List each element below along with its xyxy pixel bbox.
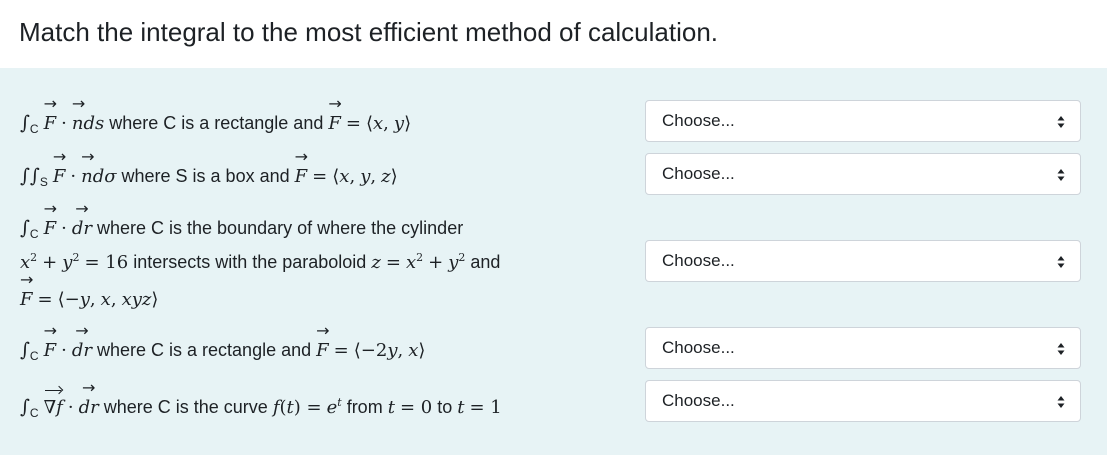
prompt-3-line-2: x2 + y2 = 16 intersects with the parabol… (20, 251, 501, 273)
select-value-3: Choose... (662, 251, 735, 270)
up-down-caret-icon (1057, 256, 1065, 268)
matching-panel: ∫C F · nds where C is a rectangle and F … (0, 68, 1107, 455)
prompt-5-text-2: from (341, 397, 388, 417)
select-value-2: Choose... (662, 164, 735, 183)
prompt-1-text: where C is a rectangle and (104, 113, 329, 133)
question-title: Match the integral to the most efficient… (19, 17, 719, 47)
up-down-caret-icon (1057, 169, 1065, 181)
prompt-5-text-1: where C is the curve (98, 397, 273, 417)
method-select-2[interactable]: Choose... (645, 153, 1081, 195)
up-down-caret-icon (1057, 116, 1065, 128)
select-value-1: Choose... (662, 111, 735, 130)
question-header: Match the integral to the most efficient… (0, 0, 1107, 68)
prompt-4: ∫C F · dr where C is a rectangle and F =… (20, 323, 425, 368)
prompt-5: ∫C ∇f · dr where C is the curve f(t) = e… (20, 380, 502, 425)
prompt-3-line-3: F = ⟨−y, x, xyz⟩ (20, 272, 158, 312)
prompt-5-text-3: to (432, 397, 458, 417)
prompt-3-line-1: ∫C F · dr where C is the boundary of whe… (20, 201, 464, 246)
up-down-caret-icon (1057, 396, 1065, 408)
prompt-2: ∫∫S F · ndσ where S is a box and F = ⟨x,… (20, 149, 398, 194)
prompt-3-text-1: where C is the boundary of where the cyl… (92, 218, 464, 238)
prompt-3-text-3: and (465, 252, 501, 272)
prompt-3-text-2: intersects with the paraboloid (128, 252, 372, 272)
prompt-1: ∫C F · nds where C is a rectangle and F … (20, 96, 411, 141)
method-select-4[interactable]: Choose... (645, 327, 1081, 369)
select-value-5: Choose... (662, 391, 735, 410)
matching-question: Match the integral to the most efficient… (0, 0, 1107, 455)
method-select-3[interactable]: Choose... (645, 240, 1081, 282)
prompt-2-text: where S is a box and (116, 166, 295, 186)
prompt-4-text: where C is a rectangle and (92, 340, 317, 360)
up-down-caret-icon (1057, 343, 1065, 355)
select-value-4: Choose... (662, 338, 735, 357)
method-select-1[interactable]: Choose... (645, 100, 1081, 142)
method-select-5[interactable]: Choose... (645, 380, 1081, 422)
